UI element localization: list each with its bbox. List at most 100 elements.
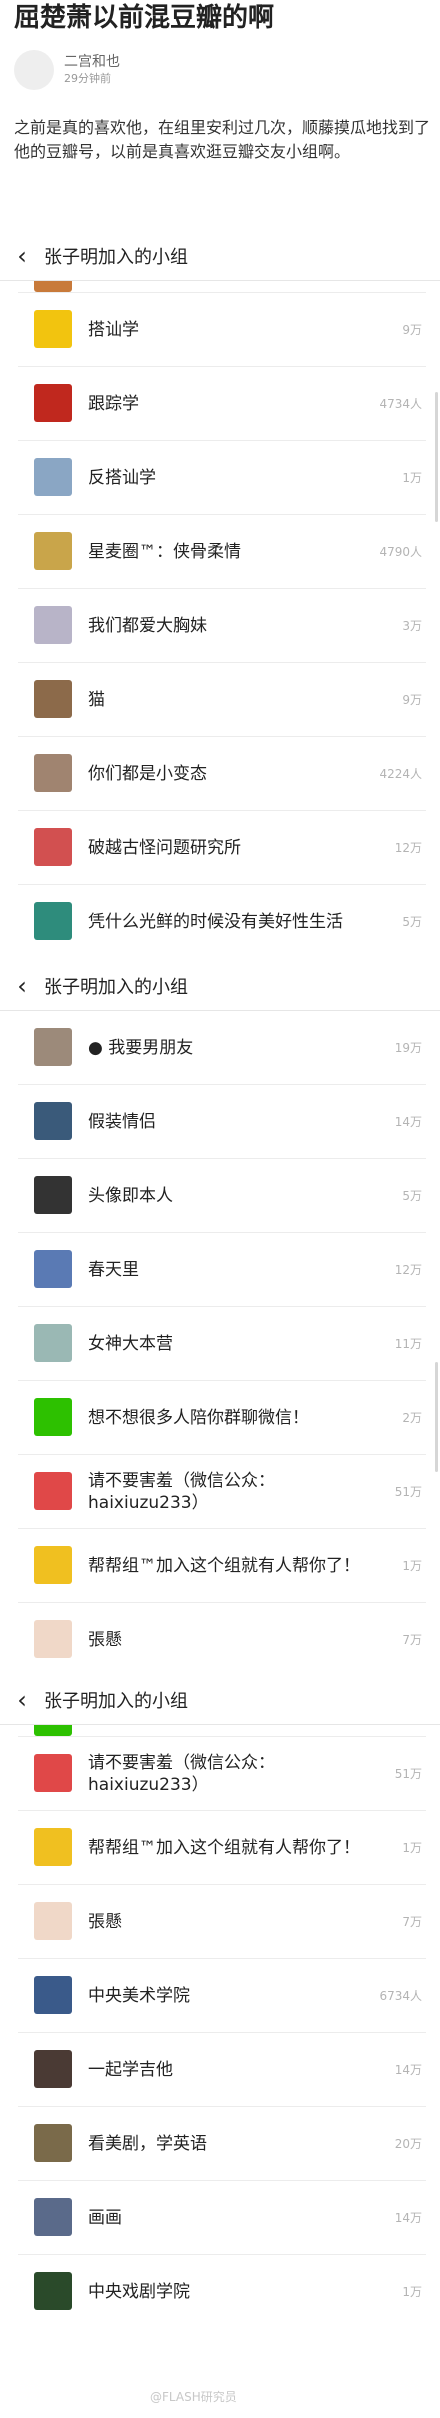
list-item[interactable]: 搭讪学 9万 [18,293,426,367]
list-item[interactable]: 看美剧，学英语 20万 [18,2107,426,2181]
list-item[interactable]: 破越古怪问题研究所 12万 [18,811,426,885]
list-item[interactable]: 凭什么光鲜的时候没有美好性生活 5万 [18,885,426,958]
list-item[interactable]: 跟踪学 4734人 [18,367,426,441]
scrollbar[interactable] [435,392,438,522]
group-list-header: ‹ 张子明加入的小组 [0,1676,440,1725]
list-item[interactable]: 帮帮组™加入这个组就有人帮你了！ 1万 [18,1529,426,1603]
list-item[interactable]: 请不要害羞（微信公众：haixiuzu233） 51万 [18,1455,426,1529]
group-name: 女神大本营 [88,1333,173,1354]
group-thumbnail [34,1902,72,1940]
member-count: 12万 [394,841,422,855]
list-item[interactable] [18,1698,426,1737]
group-thumbnail [34,1398,72,1436]
list-item[interactable]: 猫 9万 [18,663,426,737]
list-item[interactable]: 想不想很多人陪你群聊微信！ 2万 [18,1381,426,1455]
group-name: 破越古怪问题研究所 [88,837,241,858]
author-block[interactable]: 二宫和也 29分钟前 [14,50,120,90]
group-name: ● 我要男朋友 [88,1037,194,1058]
group-name: 反搭讪学 [88,467,156,488]
post-time: 29分钟前 [64,72,111,85]
back-chevron-icon[interactable]: ‹ [0,232,44,280]
list-item[interactable]: 春天里 12万 [18,1233,426,1307]
post-title: 屈楚萧以前混豆瓣的啊 [14,3,275,33]
group-name: 跟踪学 [88,393,139,414]
list-item[interactable]: 中央美术学院 6734人 [18,1959,426,2033]
member-count: 51万 [394,1767,422,1781]
group-thumbnail [34,1546,72,1584]
back-chevron-icon[interactable]: ‹ [0,1676,44,1724]
group-name: 搭讪学 [88,319,139,340]
list-item[interactable]: 你们都是小变态 4224人 [18,737,426,811]
group-thumbnail [34,1324,72,1362]
group-thumbnail [34,458,72,496]
list-item[interactable]: 女神大本营 11万 [18,1307,426,1381]
avatar[interactable] [14,50,54,90]
list-item[interactable]: 反搭讪学 1万 [18,441,426,515]
list-item[interactable]: 头像即本人 5万 [18,1159,426,1233]
group-thumbnail [34,1028,72,1066]
group-name: 你们都是小变态 [88,763,207,784]
list-item[interactable]: 一起学吉他 14万 [18,2033,426,2107]
back-chevron-icon[interactable]: ‹ [0,962,44,1010]
member-count: 19万 [394,1041,422,1055]
member-count: 1万 [402,1841,422,1855]
list-item[interactable]: 帮帮组™加入这个组就有人帮你了！ 1万 [18,1811,426,1885]
list-item[interactable]: 请不要害羞（微信公众：haixiuzu233） 51万 [18,1737,426,1811]
member-count: 9万 [402,323,422,337]
group-thumbnail [34,1250,72,1288]
group-list-header: ‹ 张子明加入的小组 [0,962,440,1011]
group-list-screenshot-2: ‹ 张子明加入的小组 ● 我要男朋友 19万 假装情侣 14万 头像即本人 5万 春天… [0,962,440,1676]
member-count: 11万 [394,1337,422,1351]
header-title: 张子明加入的小组 [44,1691,188,1712]
list-item[interactable]: 画画 14万 [18,2181,426,2255]
group-name: 中央美术学院 [88,1985,190,2006]
member-count: 1万 [402,2285,422,2299]
list-item[interactable]: 中央戏剧学院 1万 [18,2255,426,2328]
group-name: 猫 [88,689,105,710]
member-count: 5万 [402,1189,422,1203]
header-title: 张子明加入的小组 [44,247,188,268]
group-thumbnail [34,606,72,644]
group-thumbnail [34,2272,72,2310]
group-thumbnail [34,1620,72,1658]
member-count: 2万 [402,1411,422,1425]
header-title: 张子明加入的小组 [44,977,188,998]
group-name: 一起学吉他 [88,2059,173,2080]
member-count: 12万 [394,1263,422,1277]
member-count: 9万 [402,693,422,707]
list-item[interactable] [18,254,426,293]
group-thumbnail [34,310,72,348]
group-name: 帮帮组™加入这个组就有人帮你了！ [88,1837,360,1858]
group-thumbnail [34,2124,72,2162]
list-item[interactable]: 假装情侣 14万 [18,1085,426,1159]
group-thumbnail [34,1976,72,2014]
list-item[interactable]: 張懸 7万 [18,1885,426,1959]
group-thumbnail [34,384,72,422]
list-item[interactable]: ● 我要男朋友 19万 [18,1011,426,1085]
group-list: 搭讪学 9万 跟踪学 4734人 反搭讪学 1万 星麦圈™：侠骨柔情 4790人 我们都… [0,254,440,958]
list-item[interactable]: 星麦圈™：侠骨柔情 4790人 [18,515,426,589]
group-thumbnail [34,1472,72,1510]
group-thumbnail [34,1102,72,1140]
list-item[interactable]: 張懸 7万 [18,1603,426,1676]
group-name: 春天里 [88,1259,139,1280]
member-count: 14万 [394,2063,422,2077]
group-thumbnail [34,1828,72,1866]
list-item[interactable]: 我们都爱大胸妹 3万 [18,589,426,663]
member-count: 7万 [402,1915,422,1929]
member-count: 7万 [402,1633,422,1647]
group-list-header: ‹ 张子明加入的小组 [0,232,440,281]
scrollbar[interactable] [435,1362,438,1472]
watermark: @FLASH研究员 [150,2390,237,2404]
group-name: 看美剧，学英语 [88,2133,207,2154]
group-name: 張懸 [88,1911,122,1932]
group-name: 请不要害羞（微信公众：haixiuzu233） [88,1470,275,1513]
member-count: 14万 [394,1115,422,1129]
group-thumbnail [34,1176,72,1214]
member-count: 4734人 [379,397,422,411]
group-name: 張懸 [88,1629,122,1650]
group-name: 画画 [88,2207,122,2228]
group-thumbnail [34,1754,72,1792]
author-name[interactable]: 二宫和也 [64,53,120,71]
member-count: 4224人 [379,767,422,781]
